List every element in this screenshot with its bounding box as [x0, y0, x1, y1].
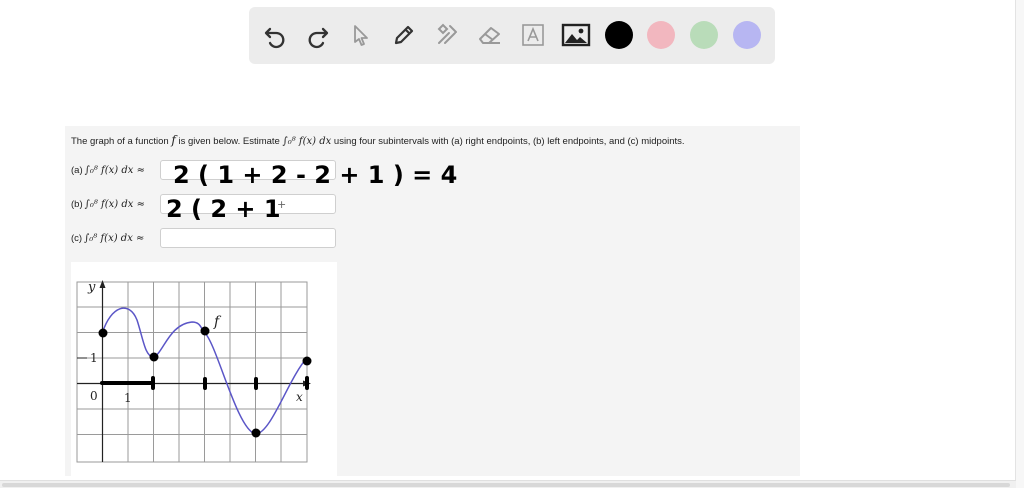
undo-button[interactable] [257, 17, 293, 53]
vertical-scrollbar[interactable] [1015, 0, 1024, 488]
color-swatch-pink[interactable] [647, 21, 675, 49]
y-axis-label: y [87, 280, 96, 295]
redo-icon [308, 27, 329, 49]
part-c-expression: ∫₀⁸ f(x) dx ≈ [84, 232, 145, 244]
curve-label: f [213, 314, 222, 330]
text-icon [522, 24, 544, 46]
question-integral: ∫₀⁸ f(x) dx [282, 136, 332, 147]
question-prefix: The graph of a function [71, 136, 169, 147]
pen-icon [394, 25, 414, 45]
color-swatch-black[interactable] [605, 21, 633, 49]
image-tool-button[interactable] [558, 17, 594, 53]
part-a-label: (a) [71, 164, 83, 176]
question-suffix: using four subintervals with (a) right e… [333, 136, 685, 147]
x-tick-label: 1 [124, 391, 132, 405]
horizontal-scroll-thumb[interactable] [2, 483, 1010, 487]
origin-label: 0 [90, 389, 98, 403]
part-b-label: (b) [71, 198, 83, 210]
part-b-expression: ∫₀⁸ f(x) dx ≈ [84, 198, 145, 210]
part-a-expression: ∫₀⁸ f(x) dx ≈ [84, 164, 145, 176]
part-b-answer-field[interactable] [160, 194, 336, 214]
select-cursor-icon [354, 25, 368, 46]
y-axis-arrow [99, 280, 106, 288]
question-text: The graph of a function f is given below… [71, 133, 685, 147]
tools-button[interactable] [429, 17, 465, 53]
eraser-icon [479, 27, 500, 44]
text-tool-button[interactable] [515, 17, 551, 53]
part-c-row: (c) ∫₀⁸ f(x) dx ≈ [71, 227, 144, 249]
eraser-tool-button[interactable] [472, 17, 508, 53]
color-swatch-purple[interactable] [733, 21, 761, 49]
drawing-toolbar [249, 7, 775, 64]
part-c-answer-field[interactable] [160, 228, 336, 248]
color-swatch-green[interactable] [690, 21, 718, 49]
y-tick-label: 1 [90, 351, 98, 365]
part-c-label: (c) [71, 232, 83, 244]
redo-button[interactable] [300, 17, 336, 53]
question-function-var: f [171, 133, 176, 147]
undo-icon [264, 27, 285, 49]
function-graph: y x 0 1 1 f [76, 280, 311, 463]
image-icon [561, 23, 591, 47]
x-axis-label: x [296, 390, 303, 404]
part-a-row: (a) ∫₀⁸ f(x) dx ≈ [71, 159, 145, 181]
graph-area: y x 0 1 1 f [71, 262, 337, 476]
part-a-answer-field[interactable] [160, 160, 336, 180]
part-b-row: (b) ∫₀⁸ f(x) dx ≈ [71, 193, 145, 215]
pen-tool-button[interactable] [386, 17, 422, 53]
select-tool-button[interactable] [343, 17, 379, 53]
question-middle: is given below. Estimate [178, 136, 280, 147]
horizontal-scrollbar[interactable] [0, 480, 1016, 488]
tools-icon [437, 23, 457, 44]
